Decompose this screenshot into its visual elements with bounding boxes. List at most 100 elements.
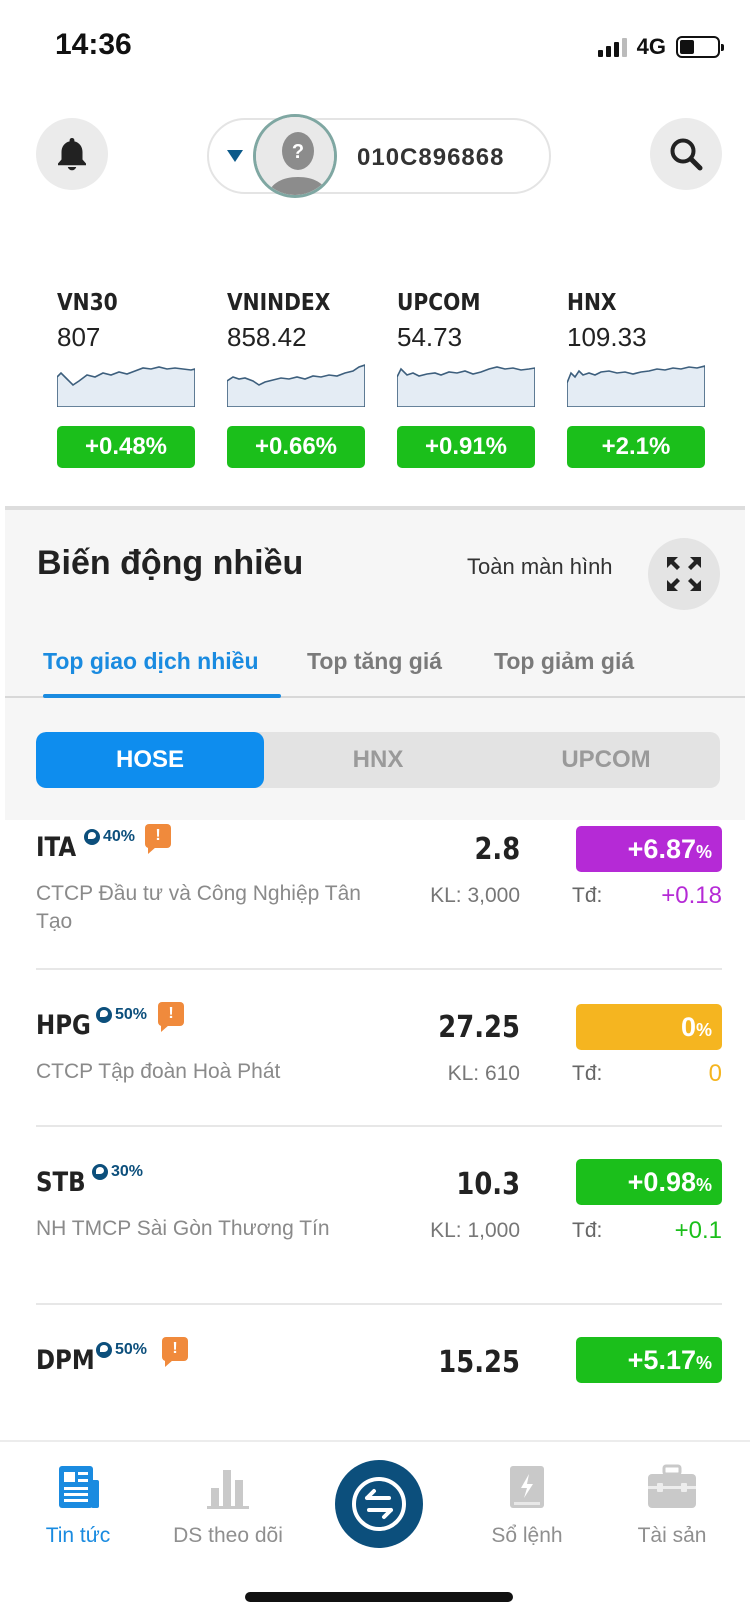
company-name: NH TMCP Sài Gòn Thương Tín — [36, 1217, 330, 1240]
svg-text:?: ? — [292, 141, 304, 163]
watchlist-chart-icon — [207, 1470, 249, 1509]
index-name: VNINDEX — [227, 290, 331, 316]
search-button[interactable] — [650, 118, 722, 190]
margin-icon — [84, 829, 100, 845]
stock-symbol: ITA — [36, 832, 77, 863]
nav-label: Tài sản — [637, 1524, 707, 1547]
index-sparkline — [226, 363, 366, 408]
change-value: 0 — [708, 1060, 722, 1087]
stock-volume: KL: 1,000 — [430, 1219, 520, 1242]
stock-row-dpm[interactable]: DPM 50% ! 15.25 +5.17% — [36, 1305, 722, 1440]
stock-row-stb[interactable]: STB 30% NH TMCP Sài Gòn Thương Tín 10.3 … — [36, 1127, 722, 1305]
stock-symbol: HPG — [36, 1010, 91, 1041]
order-book-icon — [510, 1466, 544, 1508]
change-percent-badge: +0.98% — [576, 1159, 722, 1205]
company-name: CTCP Tập đoàn Hoà Phát — [36, 1060, 281, 1083]
stock-price: 10.3 — [456, 1167, 520, 1202]
index-value: 807 — [57, 322, 101, 352]
stock-volume: KL: 610 — [447, 1062, 520, 1085]
change-percent-badge: +6.87% — [576, 826, 722, 872]
home-indicator — [245, 1592, 513, 1602]
section-title: Biến động nhiều — [37, 544, 304, 582]
index-name: UPCOM — [397, 290, 481, 316]
notification-button[interactable] — [36, 118, 108, 190]
account-selector[interactable]: ? 010C896868 — [207, 114, 551, 198]
change-value: +0.18 — [661, 882, 722, 909]
index-change-badge: +2.1% — [567, 426, 705, 468]
exchange-upcom[interactable]: UPCOM — [492, 732, 720, 788]
margin-icon — [96, 1007, 112, 1023]
fullscreen-button[interactable] — [648, 538, 720, 610]
index-card-vnindex[interactable]: VNINDEX 858.42 +0.66% — [226, 290, 367, 468]
index-card-vn30[interactable]: VN30 807 +0.48% — [56, 290, 197, 468]
nav-watchlist[interactable]: DS theo dõi — [153, 1462, 303, 1548]
stock-row-ita[interactable]: ITA 40% ! CTCP Đầu tư và Công Nghiệp Tân… — [36, 820, 722, 970]
index-change-badge: +0.48% — [57, 426, 195, 468]
status-bar: 14:36 4G — [0, 0, 750, 90]
nav-assets[interactable]: Tài sản — [597, 1462, 747, 1548]
bell-icon — [58, 138, 86, 171]
tab-top-losers[interactable]: Top giảm giá — [494, 648, 634, 675]
nav-label: Tin tức — [45, 1524, 111, 1547]
tab-top-volume[interactable]: Top giao dịch nhiều — [43, 648, 259, 675]
stock-price: 15.25 — [438, 1345, 520, 1380]
stock-price: 2.8 — [474, 832, 520, 867]
stock-symbol: STB — [36, 1167, 86, 1198]
nav-order-book[interactable]: Sổ lệnh — [452, 1462, 602, 1548]
warning-icon[interactable]: ! — [145, 824, 171, 854]
battery-icon — [676, 36, 724, 58]
index-change-badge: +0.66% — [227, 426, 365, 468]
stock-row-hpg[interactable]: HPG 50% ! CTCP Tập đoàn Hoà Phát 27.25 K… — [36, 970, 722, 1127]
margin-ratio-badge: 50% — [96, 1341, 147, 1359]
nav-news[interactable]: Tin tức — [3, 1462, 153, 1548]
user-placeholder-icon: ? — [256, 117, 334, 195]
change-percent-badge: 0% — [576, 1004, 722, 1050]
exchange-segmented-control: HOSE HNX UPCOM — [36, 732, 720, 788]
index-card-upcom[interactable]: UPCOM 54.73 +0.91% — [396, 290, 537, 468]
nav-label: DS theo dõi — [173, 1524, 283, 1547]
margin-icon — [92, 1164, 108, 1180]
exchange-hose[interactable]: HOSE — [36, 732, 264, 788]
nav-label: Sổ lệnh — [491, 1524, 563, 1547]
caret-down-icon — [227, 150, 243, 162]
fullscreen-label[interactable]: Toàn màn hình — [467, 554, 613, 580]
status-time: 14:36 — [55, 28, 132, 61]
company-name: CTCP Đầu tư và Công Nghiệp Tân Tạo — [36, 882, 361, 933]
avatar: ? — [253, 114, 337, 198]
index-sparkline — [56, 366, 196, 408]
index-value: 858.42 — [227, 322, 307, 352]
margin-ratio-badge: 40% — [84, 828, 135, 846]
index-sparkline — [396, 366, 536, 408]
briefcase-icon — [648, 1464, 696, 1508]
margin-ratio-badge: 50% — [96, 1006, 147, 1024]
warning-icon[interactable]: ! — [158, 1002, 184, 1032]
stock-price: 27.25 — [438, 1010, 520, 1045]
movers-tabs: Top giao dịch nhiều Top tăng giá Top giả… — [5, 622, 745, 698]
change-percent-badge: +5.17% — [576, 1337, 722, 1383]
index-card-hnx[interactable]: HNX 109.33 +2.1% — [566, 290, 707, 468]
exchange-hnx[interactable]: HNX — [264, 732, 492, 788]
market-indices: VN30 807 +0.48% VNINDEX 858.42 +0.66% UP… — [0, 290, 750, 490]
search-icon — [670, 138, 703, 171]
market-movers-section: Biến động nhiều Toàn màn hình Top giao d… — [5, 510, 745, 820]
index-value: 109.33 — [567, 322, 647, 352]
index-value: 54.73 — [397, 322, 463, 352]
network-type: 4G — [636, 34, 666, 59]
index-name: VN30 — [57, 290, 118, 316]
signal-icon — [597, 37, 627, 57]
margin-ratio-badge: 30% — [92, 1163, 143, 1181]
warning-icon[interactable]: ! — [162, 1337, 188, 1367]
index-name: HNX — [567, 290, 617, 316]
account-id: 010C896868 — [357, 144, 505, 171]
trade-button[interactable] — [335, 1460, 423, 1548]
active-tab-indicator — [43, 694, 281, 698]
status-indicators: 4G — [597, 34, 724, 60]
trade-exchange-icon — [352, 1477, 406, 1531]
margin-icon — [96, 1342, 112, 1358]
stock-symbol: DPM — [36, 1345, 95, 1376]
tab-top-gainers[interactable]: Top tăng giá — [307, 648, 442, 675]
expand-icon — [667, 557, 701, 591]
change-label: Tđ: — [572, 884, 603, 907]
change-label: Tđ: — [572, 1219, 603, 1242]
index-sparkline — [566, 364, 706, 408]
